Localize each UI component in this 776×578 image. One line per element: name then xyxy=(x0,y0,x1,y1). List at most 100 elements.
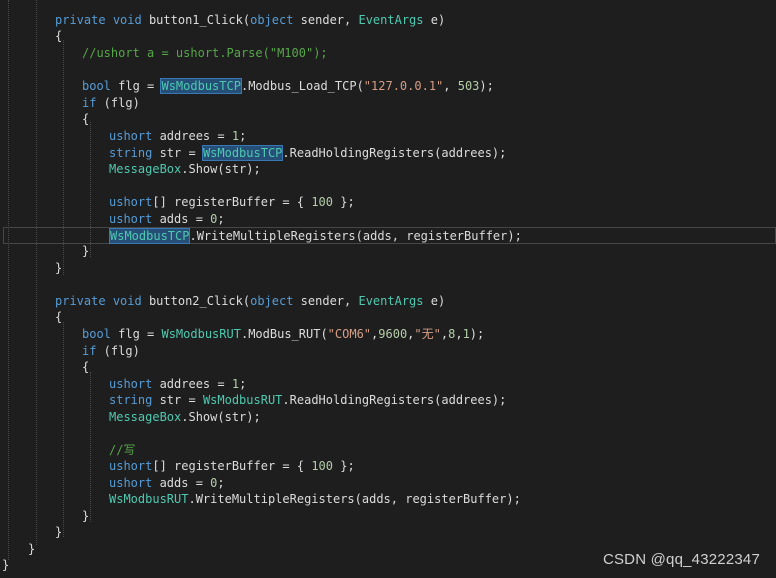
code-line[interactable]: //ushort a = ushort.Parse("M100"); xyxy=(0,45,776,62)
code-token: bool xyxy=(82,79,111,93)
code-token: [] registerBuffer = { xyxy=(152,195,312,209)
code-editor[interactable]: private void button1_Click(object sender… xyxy=(0,0,776,578)
code-line[interactable]: private void button1_Click(object sender… xyxy=(0,12,776,29)
code-token: string xyxy=(109,393,153,407)
code-token: { xyxy=(82,360,90,374)
code-token: flg = xyxy=(110,79,162,93)
code-token: "COM6" xyxy=(327,327,372,341)
code-token: , xyxy=(443,79,458,93)
code-token: ushort xyxy=(109,195,153,209)
code-token: EventArgs xyxy=(358,13,424,27)
code-line[interactable]: } xyxy=(0,243,776,260)
code-line[interactable] xyxy=(0,62,776,79)
code-token: object xyxy=(250,13,294,27)
code-token: } xyxy=(82,244,90,258)
code-line[interactable]: { xyxy=(0,28,776,45)
code-token: str = xyxy=(152,393,203,407)
code-token: e) xyxy=(423,13,446,27)
code-line[interactable]: ushort adds = 0; xyxy=(0,475,776,492)
code-token: WsModbusRUT xyxy=(202,393,283,407)
code-token: 100 xyxy=(311,459,333,473)
code-token: ; xyxy=(239,129,247,143)
code-token: ); xyxy=(479,79,494,93)
code-token: } xyxy=(55,525,63,539)
code-token: 1 xyxy=(231,129,240,143)
code-token: if xyxy=(82,96,97,110)
code-line[interactable]: } xyxy=(0,508,776,525)
code-token: private xyxy=(55,13,106,27)
code-line[interactable]: ushort addrees = 1; xyxy=(0,128,776,145)
code-token: } xyxy=(55,261,63,275)
code-token: if xyxy=(82,344,97,358)
code-token: ushort xyxy=(109,476,153,490)
code-token: 100 xyxy=(311,195,333,209)
code-line[interactable]: { xyxy=(0,111,776,128)
code-token: sender, xyxy=(293,294,359,308)
code-token: ushort xyxy=(109,212,153,226)
code-line[interactable]: if (flg) xyxy=(0,343,776,360)
highlighted-identifier: WsModbusTCP xyxy=(201,145,284,161)
code-line[interactable]: string str = WsModbusTCP.ReadHoldingRegi… xyxy=(0,145,776,162)
indent-guide xyxy=(63,322,64,537)
code-token: flg = xyxy=(110,327,162,341)
code-token: 1 xyxy=(462,327,470,341)
code-line[interactable]: ushort[] registerBuffer = { 100 }; xyxy=(0,458,776,475)
code-token: ushort xyxy=(109,459,153,473)
code-line[interactable] xyxy=(0,425,776,442)
code-token: sender, xyxy=(293,13,359,27)
code-line[interactable]: private void button2_Click(object sender… xyxy=(0,293,776,310)
code-line[interactable]: if (flg) xyxy=(0,95,776,112)
code-token: WsModbusRUT xyxy=(161,327,241,341)
indent-guide xyxy=(8,0,9,560)
code-line[interactable]: MessageBox.Show(str); xyxy=(0,161,776,178)
code-token: 9600 xyxy=(378,327,408,341)
code-token: .ReadHoldingRegisters(addrees); xyxy=(282,146,507,160)
code-token: ; xyxy=(217,476,225,490)
code-token: //ushort a = ushort.Parse("M100"); xyxy=(82,46,328,60)
code-token: , xyxy=(455,327,463,341)
code-token: (flg) xyxy=(96,344,140,358)
code-token: (flg) xyxy=(96,96,140,110)
code-line[interactable]: //写 xyxy=(0,442,776,459)
code-token: } xyxy=(2,558,10,572)
code-token: } xyxy=(28,542,36,556)
code-line[interactable]: { xyxy=(0,359,776,376)
highlighted-identifier: WsModbusTCP xyxy=(108,228,191,244)
code-line[interactable]: ushort adds = 0; xyxy=(0,211,776,228)
indent-guide xyxy=(36,0,37,545)
code-token: addrees = xyxy=(152,377,232,391)
code-token: 503 xyxy=(457,79,480,93)
indent-guide xyxy=(90,122,91,257)
code-token: ); xyxy=(469,327,485,341)
code-line[interactable]: MessageBox.Show(str); xyxy=(0,409,776,426)
code-line[interactable]: WsModbusTCP.WriteMultipleRegisters(adds,… xyxy=(3,227,776,244)
code-token: ushort xyxy=(109,129,153,143)
code-line[interactable] xyxy=(0,276,776,293)
code-token: str = xyxy=(152,146,203,160)
code-line[interactable]: { xyxy=(0,309,776,326)
code-token: { xyxy=(55,310,63,324)
code-line[interactable]: bool flg = WsModbusRUT.ModBus_RUT("COM6"… xyxy=(0,326,776,343)
code-token: .ModBus_RUT( xyxy=(240,327,328,341)
code-line[interactable]: ushort[] registerBuffer = { 100 }; xyxy=(0,194,776,211)
code-line[interactable]: WsModbusRUT.WriteMultipleRegisters(adds,… xyxy=(0,491,776,508)
code-token: adds = xyxy=(152,212,211,226)
csdn-watermark: CSDN @qq_43222347 xyxy=(602,551,760,568)
code-line[interactable]: ushort addrees = 1; xyxy=(0,376,776,393)
indent-guide xyxy=(90,372,91,522)
code-token: "127.0.0.1" xyxy=(363,79,444,93)
code-line[interactable]: } xyxy=(0,260,776,277)
code-token: }; xyxy=(333,459,355,473)
code-line[interactable]: } xyxy=(0,524,776,541)
code-line[interactable] xyxy=(0,178,776,195)
code-token: }; xyxy=(333,195,355,209)
code-line[interactable]: string str = WsModbusRUT.ReadHoldingRegi… xyxy=(0,392,776,409)
code-token: ; xyxy=(217,212,225,226)
code-token: button1_Click( xyxy=(141,13,251,27)
code-token: .WriteMultipleRegisters(adds, registerBu… xyxy=(189,229,522,243)
code-line[interactable]: bool flg = WsModbusTCP.Modbus_Load_TCP("… xyxy=(0,78,776,95)
code-token: WsModbusRUT xyxy=(109,492,189,506)
code-token: adds = xyxy=(152,476,211,490)
